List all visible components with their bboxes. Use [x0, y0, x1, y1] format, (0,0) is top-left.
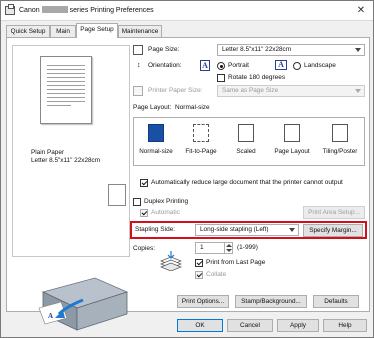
copies-label: Copies: — [133, 245, 156, 252]
ok-button[interactable]: OK — [177, 319, 223, 332]
duplex-printing-checkbox[interactable] — [133, 198, 141, 206]
cancel-button[interactable]: Cancel — [227, 319, 273, 332]
page-layout-label: Page Layout: — [133, 104, 172, 111]
layout-tiling-poster[interactable]: Tiling/Poster — [316, 118, 364, 165]
printer-paper-icon — [133, 86, 143, 96]
orientation-label: Orientation: — [148, 62, 182, 69]
layout-caption: Scaled — [236, 148, 256, 155]
printing-preferences-window: Canon series Printing Preferences ✕ Quick… — [0, 0, 374, 338]
page-size-value: Letter 8.5"x11" 22x28cm — [222, 46, 292, 53]
chevron-down-icon — [289, 228, 295, 232]
scaled-icon — [238, 124, 254, 142]
help-button[interactable]: Help — [323, 319, 367, 332]
svg-text:A: A — [48, 312, 53, 320]
layout-normal-size[interactable]: Normal-size — [134, 118, 178, 165]
auto-reduce-checkbox[interactable] — [140, 179, 148, 187]
normal-size-icon — [148, 124, 164, 142]
chevron-down-icon — [355, 89, 361, 93]
printer-paper-size-select[interactable]: Same as Page Size — [217, 85, 365, 97]
copies-value: 1 — [200, 244, 204, 251]
close-button[interactable]: ✕ — [353, 3, 369, 18]
layout-caption: Normal-size — [139, 148, 173, 155]
printer-paper-size-value: Same as Page Size — [222, 87, 279, 94]
portrait-glyph-icon: A — [200, 60, 210, 71]
page-layout-current: Normal-size — [175, 104, 210, 111]
redacted-model-name — [41, 6, 68, 13]
paper-thumbnail-icon — [108, 184, 126, 206]
print-from-last-page-label: Print from Last Page — [206, 259, 266, 266]
landscape-radio[interactable] — [293, 62, 301, 70]
copies-stack-icon — [160, 251, 182, 271]
layout-page-layout[interactable]: Page Layout — [268, 118, 316, 165]
stepper-arrows-icon[interactable] — [224, 243, 232, 253]
page-layout-list: Normal-size Fit-to-Page Scaled Page Layo… — [133, 117, 365, 166]
page-preview-icon — [40, 56, 92, 124]
stapling-side-select[interactable]: Long-side stapling (Left) — [195, 224, 299, 236]
printer-paper-size-label: Printer Paper Size: — [148, 87, 203, 94]
printer-illustration-icon: A — [38, 277, 129, 331]
landscape-label: Landscape — [304, 62, 336, 69]
rotate-180-label: Rotate 180 degrees — [228, 74, 286, 81]
layout-caption: Page Layout — [274, 148, 310, 155]
printer-app-icon — [5, 4, 15, 15]
stapling-side-value: Long-side stapling (Left) — [200, 226, 269, 233]
page-layout-icon — [284, 124, 300, 142]
print-from-last-page-checkbox[interactable] — [195, 259, 203, 267]
orientation-bullet-icon: ↕ — [137, 62, 141, 69]
print-area-setup-button[interactable]: Print Area Setup... — [303, 206, 365, 219]
specify-margin-button[interactable]: Specify Margin... — [303, 224, 363, 237]
duplex-printing-label: Duplex Printing — [144, 198, 189, 205]
stamp-background-button[interactable]: Stamp/Background... — [235, 295, 307, 308]
layout-caption: Fit-to-Page — [185, 148, 217, 155]
title-bar: Canon series Printing Preferences ✕ — [1, 1, 373, 21]
collate-checkbox[interactable] — [195, 271, 203, 279]
rotate-180-checkbox[interactable] — [217, 74, 225, 82]
page-size-icon — [133, 45, 143, 55]
copies-range: (1-999) — [237, 244, 258, 251]
layout-fit-to-page[interactable]: Fit-to-Page — [178, 118, 224, 165]
page-setup-panel: Plain Paper Letter 8.5"x11" 22x28cm A Pa… — [6, 37, 370, 331]
automatic-label: Automatic — [151, 209, 180, 216]
collate-label: Collate — [206, 271, 227, 278]
settings-preview: Plain Paper Letter 8.5"x11" 22x28cm — [12, 45, 130, 257]
title-suffix: series Printing Preferences — [69, 7, 154, 14]
page-size-select[interactable]: Letter 8.5"x11" 22x28cm — [217, 44, 365, 56]
copies-stepper[interactable]: 1 — [195, 242, 233, 254]
automatic-checkbox[interactable] — [140, 209, 148, 217]
media-summary: Plain Paper Letter 8.5"x11" 22x28cm — [31, 149, 101, 164]
defaults-button[interactable]: Defaults — [313, 295, 359, 308]
fit-to-page-icon — [193, 124, 209, 142]
print-options-button[interactable]: Print Options... — [177, 295, 229, 308]
chevron-down-icon — [355, 48, 361, 52]
tab-page-setup[interactable]: Page Setup — [76, 23, 118, 38]
layout-scaled[interactable]: Scaled — [224, 118, 268, 165]
landscape-glyph-icon: A — [275, 60, 287, 70]
tab-quick-setup[interactable]: Quick Setup — [6, 25, 50, 37]
page-size-label: Page Size: — [148, 46, 180, 53]
tab-main[interactable]: Main — [50, 25, 76, 37]
apply-button[interactable]: Apply — [277, 319, 319, 332]
window-title: Canon series Printing Preferences — [19, 6, 154, 14]
tab-maintenance[interactable]: Maintenance — [118, 25, 162, 37]
close-icon: ✕ — [356, 5, 366, 16]
auto-reduce-label: Automatically reduce large document that… — [151, 179, 343, 186]
tiling-poster-icon — [332, 124, 348, 142]
title-prefix: Canon — [19, 7, 40, 14]
layout-caption: Tiling/Poster — [322, 148, 358, 155]
stapling-side-label: Stapling Side: — [135, 226, 176, 233]
portrait-radio[interactable] — [217, 62, 225, 70]
portrait-label: Portrait — [228, 62, 249, 69]
